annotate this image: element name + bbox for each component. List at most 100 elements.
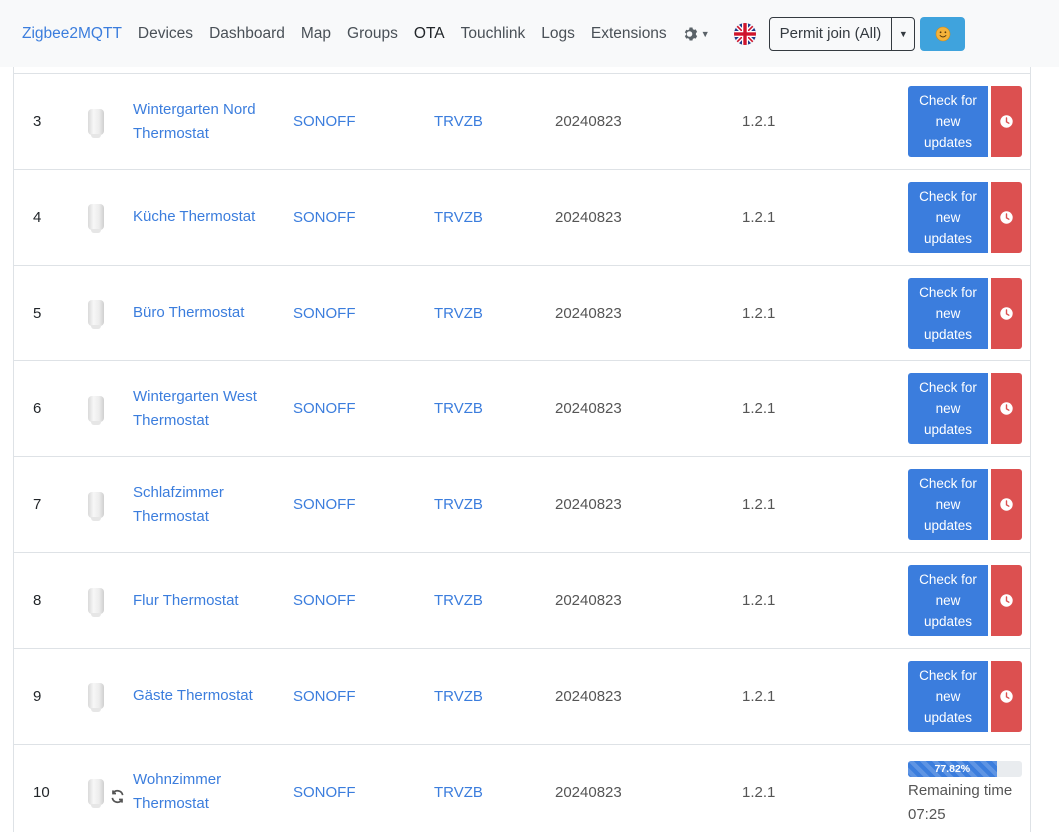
model-link[interactable]: TRVZB xyxy=(434,457,534,552)
settings-dropdown[interactable]: ▼ xyxy=(683,26,710,42)
schedule-button[interactable] xyxy=(991,277,1022,349)
device-name-link[interactable]: Gäste Thermostat xyxy=(133,649,283,744)
table-row: 4 Küche Thermostat SONOFF TRVZB 20240823… xyxy=(14,168,1030,265)
firmware-version: 1.2.1 xyxy=(742,592,776,609)
row-actions: Check for new updates xyxy=(908,74,1028,169)
ota-table: 3 Wintergarten Nord Thermostat SONOFF TR… xyxy=(13,67,1031,832)
table-row: 9 Gäste Thermostat SONOFF TRVZB 20240823… xyxy=(14,647,1030,744)
model-link[interactable]: TRVZB xyxy=(434,74,534,169)
row-actions: Check for new updates xyxy=(908,266,1028,361)
row-index: 4 xyxy=(33,208,42,226)
clock-icon xyxy=(1000,306,1013,320)
device-image xyxy=(88,395,104,425)
row-actions: Check for new updates xyxy=(908,553,1028,648)
check-updates-button[interactable]: Check for new updates xyxy=(908,277,988,349)
model-link[interactable]: TRVZB xyxy=(434,745,534,840)
check-updates-button[interactable]: Check for new updates xyxy=(908,181,988,253)
clock-icon xyxy=(1000,402,1013,416)
clock-icon xyxy=(1000,594,1013,607)
device-image-cell xyxy=(76,170,116,265)
vendor-link[interactable]: SONOFF xyxy=(293,457,393,552)
schedule-button[interactable] xyxy=(991,86,1022,157)
device-image xyxy=(87,779,104,809)
check-updates-button[interactable]: Check for new updates xyxy=(908,565,988,636)
nav-map[interactable]: Map xyxy=(301,25,331,43)
page-scrollbar[interactable] xyxy=(1045,67,1059,832)
row-index: 9 xyxy=(33,687,42,705)
firmware-date: 20240823 xyxy=(555,304,622,322)
firmware-date: 20240823 xyxy=(555,400,622,418)
firmware-version: 1.2.1 xyxy=(742,400,776,418)
vendor-link[interactable]: SONOFF xyxy=(293,74,393,169)
top-navbar: Zigbee2MQTT Devices Dashboard Map Groups… xyxy=(0,0,1059,67)
row-actions: Check for new updates xyxy=(908,361,1028,456)
vendor-link[interactable]: SONOFF xyxy=(293,266,393,361)
schedule-button[interactable] xyxy=(991,181,1022,253)
device-name-link[interactable]: Küche Thermostat xyxy=(133,170,283,265)
vendor-link[interactable]: SONOFF xyxy=(293,553,393,648)
row-index: 7 xyxy=(33,496,42,514)
model-link[interactable]: TRVZB xyxy=(434,649,534,744)
vendor-link[interactable]: SONOFF xyxy=(293,170,393,265)
device-image-cell xyxy=(76,553,116,648)
nav-dashboard[interactable]: Dashboard xyxy=(209,25,285,43)
nav-groups[interactable]: Groups xyxy=(347,25,398,43)
row-index: 10 xyxy=(33,783,50,801)
firmware-date: 20240823 xyxy=(555,592,622,609)
firmware-version: 1.2.1 xyxy=(742,783,776,801)
gear-icon xyxy=(684,27,697,40)
firmware-version: 1.2.1 xyxy=(742,687,776,705)
model-link[interactable]: TRVZB xyxy=(434,170,534,265)
brand-link[interactable]: Zigbee2MQTT xyxy=(22,25,122,43)
model-link[interactable]: TRVZB xyxy=(434,361,534,456)
clock-icon xyxy=(1000,211,1013,224)
device-image xyxy=(88,300,104,330)
firmware-date: 20240823 xyxy=(555,687,622,705)
device-name-link[interactable]: Wohnzimmer Thermostat xyxy=(133,745,283,840)
device-name-link[interactable]: Flur Thermostat xyxy=(133,553,283,648)
device-name-link[interactable]: Büro Thermostat xyxy=(133,266,283,361)
nav-logs[interactable]: Logs xyxy=(541,25,575,43)
restart-button[interactable] xyxy=(920,16,966,51)
vendor-link[interactable]: SONOFF xyxy=(293,745,393,840)
clock-icon xyxy=(1000,690,1013,703)
row-index: 8 xyxy=(33,592,42,609)
check-updates-button[interactable]: Check for new updates xyxy=(908,86,988,157)
model-link[interactable]: TRVZB xyxy=(434,266,534,361)
vendor-link[interactable]: SONOFF xyxy=(293,361,393,456)
device-image-cell xyxy=(76,74,116,169)
table-row: 10 Wohnzimmer Thermostat SONOFF TRVZB 20… xyxy=(14,743,1030,840)
device-name-link[interactable]: Schlafzimmer Thermostat xyxy=(133,457,283,552)
remaining-time: Remaining time 07:25 xyxy=(908,779,1012,827)
schedule-button[interactable] xyxy=(991,469,1022,541)
device-image xyxy=(88,204,104,234)
nav-touchlink[interactable]: Touchlink xyxy=(461,25,526,43)
schedule-button[interactable] xyxy=(991,660,1022,732)
table-row: 8 Flur Thermostat SONOFF TRVZB 20240823 … xyxy=(14,552,1030,648)
permit-join-dropdown[interactable]: ▼ xyxy=(891,17,914,50)
schedule-button[interactable] xyxy=(991,373,1022,445)
device-image-cell xyxy=(76,649,116,744)
vendor-link[interactable]: SONOFF xyxy=(293,649,393,744)
check-updates-button[interactable]: Check for new updates xyxy=(908,660,988,732)
check-updates-button[interactable]: Check for new updates xyxy=(908,373,988,445)
sync-icon xyxy=(110,789,125,808)
firmware-version: 1.2.1 xyxy=(742,113,776,130)
uk-flag-icon[interactable] xyxy=(733,22,756,45)
check-updates-button[interactable]: Check for new updates xyxy=(908,469,988,541)
nav-extensions[interactable]: Extensions xyxy=(591,25,667,43)
row-index: 3 xyxy=(33,113,42,130)
chevron-down-icon: ▼ xyxy=(898,28,908,39)
nav-devices[interactable]: Devices xyxy=(138,25,193,43)
device-image-cell xyxy=(76,745,136,840)
nav-ota[interactable]: OTA xyxy=(414,25,445,43)
permit-join-button[interactable]: Permit join (All) xyxy=(770,18,892,50)
device-name-link[interactable]: Wintergarten Nord Thermostat xyxy=(133,74,283,169)
model-link[interactable]: TRVZB xyxy=(434,553,534,648)
device-name-link[interactable]: Wintergarten West Thermostat xyxy=(133,361,283,456)
table-row: 6 Wintergarten West Thermostat SONOFF TR… xyxy=(14,360,1030,456)
firmware-date: 20240823 xyxy=(555,113,622,130)
schedule-button[interactable] xyxy=(991,565,1022,636)
table-row: 5 Büro Thermostat SONOFF TRVZB 20240823 … xyxy=(14,264,1030,361)
chevron-down-icon: ▼ xyxy=(700,28,710,39)
